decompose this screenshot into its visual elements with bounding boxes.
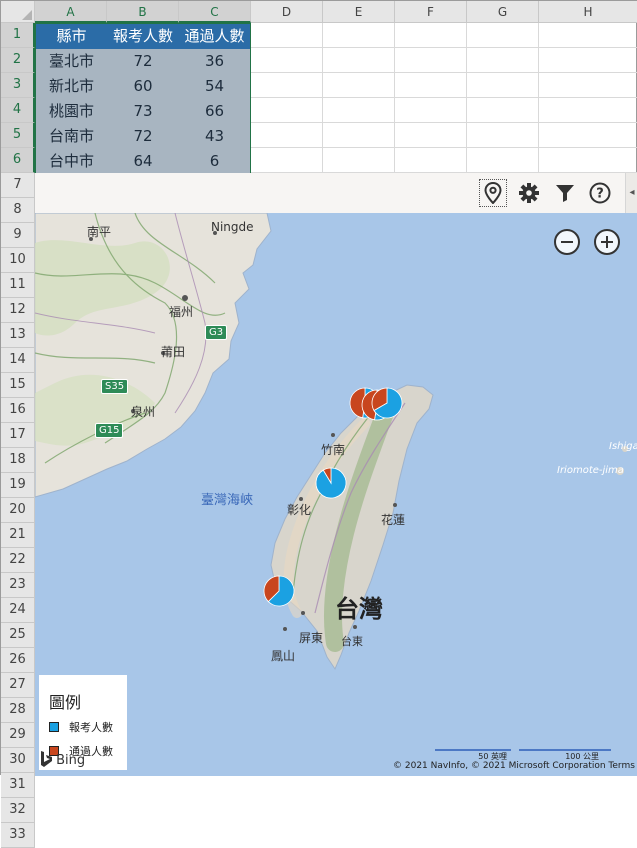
row-header[interactable]: 5 — [1, 123, 35, 148]
grid-line — [466, 23, 467, 173]
column-header[interactable]: B — [107, 1, 179, 23]
column-header[interactable]: C — [179, 1, 251, 23]
cell-passed[interactable]: 36 — [179, 49, 250, 74]
row-header[interactable]: 15 — [1, 373, 35, 398]
cell-passed[interactable]: 66 — [179, 99, 250, 124]
header-applicants[interactable]: 報考人數 — [107, 24, 179, 49]
row-header[interactable]: 7 — [1, 173, 35, 198]
row-header[interactable]: 13 — [1, 323, 35, 348]
row-header[interactable]: 3 — [1, 73, 35, 98]
gear-icon[interactable] — [515, 179, 543, 207]
data-table[interactable]: 縣市 報考人數 通過人數 臺北市 72 36 新北市 60 54 桃園市 73 … — [35, 23, 251, 174]
row-header[interactable]: 31 — [1, 773, 35, 798]
cell-applicants[interactable]: 60 — [107, 74, 179, 99]
row-header[interactable]: 29 — [1, 723, 35, 748]
row-header[interactable]: 11 — [1, 273, 35, 298]
cell-applicants[interactable]: 72 — [107, 124, 179, 149]
row-header[interactable]: 6 — [1, 148, 35, 173]
cell-applicants[interactable]: 72 — [107, 49, 179, 74]
cell-county[interactable]: 桃園市 — [36, 99, 107, 124]
bing-logo: Bing — [41, 751, 85, 768]
cell-county[interactable]: 台中市 — [36, 149, 107, 174]
grid-line — [322, 23, 323, 173]
row-header[interactable]: 1 — [1, 23, 35, 48]
row-header[interactable]: 18 — [1, 448, 35, 473]
row-header[interactable]: 33 — [1, 823, 35, 848]
cell-passed[interactable]: 43 — [179, 124, 250, 149]
row-header[interactable]: 27 — [1, 673, 35, 698]
cell-passed[interactable]: 6 — [179, 149, 250, 174]
help-icon[interactable]: ? — [586, 179, 614, 207]
row-header[interactable]: 26 — [1, 648, 35, 673]
map-canvas[interactable]: G3 S35 G15 南平 Ningde 福州 莆田 泉州 臺灣海峽 竹南 彰化… — [35, 212, 637, 776]
cell-county[interactable]: 臺北市 — [36, 49, 107, 74]
row-header[interactable]: 8 — [1, 198, 35, 223]
cell-applicants[interactable]: 64 — [107, 149, 179, 174]
row-header[interactable]: 28 — [1, 698, 35, 723]
grid-line — [538, 23, 539, 173]
row-header[interactable]: 2 — [1, 48, 35, 73]
row-header[interactable]: 17 — [1, 423, 35, 448]
copyright-text: © 2021 NavInfo, © 2021 Microsoft Corpora… — [393, 761, 635, 771]
legend-title: 圖例 — [49, 693, 82, 712]
grid-line — [394, 23, 395, 173]
cell-county[interactable]: 新北市 — [36, 74, 107, 99]
row-header[interactable]: 20 — [1, 498, 35, 523]
row-header[interactable]: 23 — [1, 573, 35, 598]
column-header[interactable]: A — [35, 1, 107, 23]
row-header[interactable]: 25 — [1, 623, 35, 648]
header-passed[interactable]: 通過人數 — [179, 24, 250, 49]
row-header[interactable]: 22 — [1, 548, 35, 573]
row-header[interactable]: 10 — [1, 248, 35, 273]
row-header[interactable]: 30 — [1, 748, 35, 773]
column-header[interactable]: H — [539, 1, 637, 23]
bing-logo-text: Bing — [56, 753, 86, 768]
cell-county[interactable]: 台南市 — [36, 124, 107, 149]
column-header[interactable]: F — [395, 1, 467, 23]
row-header[interactable]: 19 — [1, 473, 35, 498]
svg-text:?: ? — [596, 187, 604, 202]
map-chart[interactable]: ? ◂ G3 S35 G15 南平 Ningde 福州 莆田 泉州 臺灣海峽 竹… — [35, 173, 637, 776]
map-toolbar: ? ◂ — [35, 173, 637, 214]
select-all-corner[interactable] — [1, 1, 35, 23]
row-header[interactable]: 21 — [1, 523, 35, 548]
filter-icon[interactable] — [551, 179, 579, 207]
row-header[interactable]: 24 — [1, 598, 35, 623]
header-county[interactable]: 縣市 — [36, 24, 107, 49]
row-header[interactable]: 16 — [1, 398, 35, 423]
zoom-out-button[interactable] — [554, 229, 580, 255]
row-header[interactable]: 9 — [1, 223, 35, 248]
zoom-in-button[interactable] — [594, 229, 620, 255]
cell-passed[interactable]: 54 — [179, 74, 250, 99]
row-header[interactable]: 4 — [1, 98, 35, 123]
row-header[interactable]: 14 — [1, 348, 35, 373]
legend-item: 報考人數 — [49, 721, 113, 735]
column-header[interactable]: G — [467, 1, 539, 23]
cell-applicants[interactable]: 73 — [107, 99, 179, 124]
legend-label: 報考人數 — [69, 721, 113, 734]
column-header[interactable]: D — [251, 1, 323, 23]
row-header[interactable]: 32 — [1, 798, 35, 823]
spreadsheet: ABCDEFGH 1 2 3 4 5 6 7 8 9 10 11 12 13 14 15 16 17 18 19 20… — [0, 0, 637, 848]
chevron-left-icon[interactable]: ◂ — [625, 173, 637, 213]
legend-swatch — [49, 722, 59, 732]
map-pin-icon[interactable] — [479, 179, 507, 207]
row-header[interactable]: 12 — [1, 298, 35, 323]
column-header[interactable]: E — [323, 1, 395, 23]
